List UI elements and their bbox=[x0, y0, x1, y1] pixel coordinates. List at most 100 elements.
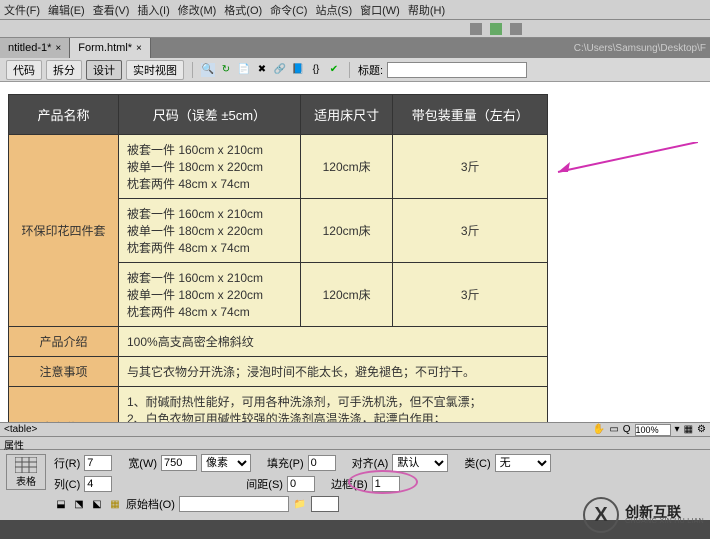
properties-panel-title: 属性 bbox=[0, 436, 710, 450]
menu-modify[interactable]: 修改(M) bbox=[178, 2, 217, 18]
zoom-input[interactable] bbox=[635, 424, 671, 436]
panel-icon-2[interactable] bbox=[510, 23, 522, 35]
menu-command[interactable]: 命令(C) bbox=[270, 2, 307, 18]
split-view-button[interactable]: 拆分 bbox=[46, 60, 82, 80]
close-icon[interactable]: × bbox=[55, 43, 61, 54]
merge-icon[interactable]: ▦ bbox=[108, 497, 122, 511]
align-right-icon[interactable]: ⬕ bbox=[90, 497, 104, 511]
original-label: 原始档(O) bbox=[126, 496, 175, 512]
menu-site[interactable]: 站点(S) bbox=[315, 2, 352, 18]
spacing-label: 间距(S) bbox=[246, 476, 283, 492]
grid-icon[interactable]: ▦ bbox=[684, 424, 693, 435]
menu-file[interactable]: 文件(F) bbox=[4, 2, 40, 18]
class-label: 类(C) bbox=[464, 455, 490, 471]
hand-tool-icon[interactable]: ✋ bbox=[593, 424, 605, 435]
menu-help[interactable]: 帮助(H) bbox=[408, 2, 445, 18]
width-label: 宽(W) bbox=[128, 455, 157, 471]
design-view-button[interactable]: 设计 bbox=[86, 60, 122, 80]
spacing-input[interactable] bbox=[287, 476, 315, 492]
close-icon[interactable]: × bbox=[136, 43, 142, 54]
menu-insert[interactable]: 插入(I) bbox=[137, 2, 169, 18]
layout-icon[interactable] bbox=[470, 23, 482, 35]
main-icon-toolbar bbox=[0, 20, 710, 38]
link-icon[interactable]: 🔗 bbox=[273, 63, 287, 77]
cell-weight[interactable]: 3斤 bbox=[393, 135, 548, 199]
menu-format[interactable]: 格式(O) bbox=[224, 2, 262, 18]
tag-selector-bar: <table> ✋ ▭ Q ▾ ▦ ⚙ bbox=[0, 422, 710, 436]
menu-edit[interactable]: 编辑(E) bbox=[48, 2, 85, 18]
tab-form-html[interactable]: Form.html* × bbox=[70, 38, 151, 58]
cell-wash[interactable]: 1、耐碱耐热性能好，可用各种洗涤剂，可手洗机洗，但不宜氯漂； 2、白色衣物可用碱… bbox=[119, 387, 548, 423]
cell-spec[interactable]: 被套一件 160cm x 210cm 被单一件 180cm x 220cm 枕套… bbox=[119, 135, 301, 199]
inspect-icon[interactable]: 🔍 bbox=[201, 63, 215, 77]
table-element-label: 表格 bbox=[16, 473, 36, 488]
spec-line: 被单一件 180cm x 220cm bbox=[127, 286, 292, 303]
menu-view[interactable]: 查看(V) bbox=[93, 2, 130, 18]
title-label: 标题: bbox=[358, 62, 383, 78]
logo-icon: X bbox=[583, 497, 619, 533]
dropdown-icon[interactable]: ▾ bbox=[675, 424, 680, 435]
code-view-button[interactable]: 代码 bbox=[6, 60, 42, 80]
document-tabs: ntitled-1* × Form.html* × C:\Users\Samsu… bbox=[0, 38, 710, 58]
th-bed[interactable]: 适用床尺寸 bbox=[300, 95, 393, 135]
cell-weight[interactable]: 3斤 bbox=[393, 199, 548, 263]
panel-icon[interactable] bbox=[490, 23, 502, 35]
th-name[interactable]: 产品名称 bbox=[9, 95, 119, 135]
product-table[interactable]: 产品名称 尺码（误差 ±5cm） 适用床尺寸 带包装重量（左右） 环保印花四件套… bbox=[8, 94, 548, 422]
cell-intro-label[interactable]: 产品介绍 bbox=[9, 327, 119, 357]
align-left-icon[interactable]: ⬓ bbox=[54, 497, 68, 511]
align-center-icon[interactable]: ⬔ bbox=[72, 497, 86, 511]
live-view-button[interactable]: 实时视图 bbox=[126, 60, 184, 80]
width-input[interactable] bbox=[161, 455, 197, 471]
tag-icon[interactable]: {} bbox=[309, 63, 323, 77]
cell-wash-label[interactable]: 洗涤说明 bbox=[9, 387, 119, 423]
menu-bar: 文件(F) 编辑(E) 查看(V) 插入(I) 修改(M) 格式(O) 命令(C… bbox=[0, 0, 710, 20]
book-icon[interactable]: 📘 bbox=[291, 63, 305, 77]
cell-note-label[interactable]: 注意事项 bbox=[9, 357, 119, 387]
cell-bed[interactable]: 120cm床 bbox=[300, 199, 393, 263]
border-label: 边框(B) bbox=[331, 476, 368, 492]
annotation-arrow bbox=[548, 142, 698, 182]
watermark-logo: X 创新互联 CHUANG XIN HU LIAN bbox=[583, 497, 704, 533]
rows-label: 行(R) bbox=[54, 455, 80, 471]
cell-category[interactable]: 环保印花四件套 bbox=[9, 135, 119, 327]
cell-bed[interactable]: 120cm床 bbox=[300, 135, 393, 199]
cols-input[interactable] bbox=[84, 476, 112, 492]
refresh-icon[interactable]: ↻ bbox=[219, 63, 233, 77]
select-tool-icon[interactable]: ▭ bbox=[609, 424, 618, 435]
tool-icon[interactable]: ✖ bbox=[255, 63, 269, 77]
class-select[interactable]: 无 bbox=[495, 454, 551, 472]
spec-line: 被套一件 160cm x 210cm bbox=[127, 205, 292, 222]
check-icon[interactable]: ✔ bbox=[327, 63, 341, 77]
cols-label: 列(C) bbox=[54, 476, 80, 492]
cell-note[interactable]: 与其它衣物分开洗涤；浸泡时间不能太长，避免褪色；不可拧干。 bbox=[119, 357, 548, 387]
tag-breadcrumb[interactable]: <table> bbox=[4, 424, 37, 435]
cell-bed[interactable]: 120cm床 bbox=[300, 263, 393, 327]
page-icon[interactable]: 📄 bbox=[237, 63, 251, 77]
rows-input[interactable] bbox=[84, 455, 112, 471]
align-select[interactable]: 默认 bbox=[392, 454, 448, 472]
tab-label: Form.html* bbox=[78, 42, 132, 54]
spec-line: 枕套两件 48cm x 74cm bbox=[127, 239, 292, 256]
folder-icon[interactable]: 📁 bbox=[293, 497, 307, 511]
zoom-tool-icon[interactable]: Q bbox=[623, 424, 631, 435]
color-swatch-icon[interactable] bbox=[311, 496, 339, 512]
design-canvas[interactable]: 产品名称 尺码（误差 ±5cm） 适用床尺寸 带包装重量（左右） 环保印花四件套… bbox=[0, 82, 710, 422]
tab-label: ntitled-1* bbox=[8, 42, 51, 54]
cell-intro[interactable]: 100%高支高密全棉斜纹 bbox=[119, 327, 548, 357]
separator bbox=[349, 62, 350, 78]
border-input[interactable] bbox=[372, 476, 400, 492]
cell-weight[interactable]: 3斤 bbox=[393, 263, 548, 327]
padding-input[interactable] bbox=[308, 455, 336, 471]
tab-untitled[interactable]: ntitled-1* × bbox=[0, 38, 70, 58]
original-input[interactable] bbox=[179, 496, 289, 512]
title-input[interactable] bbox=[387, 62, 527, 78]
th-weight[interactable]: 带包装重量（左右） bbox=[393, 95, 548, 135]
width-unit-select[interactable]: 像素 bbox=[201, 454, 251, 472]
cell-spec[interactable]: 被套一件 160cm x 210cm 被单一件 180cm x 220cm 枕套… bbox=[119, 199, 301, 263]
separator bbox=[192, 62, 193, 78]
menu-window[interactable]: 窗口(W) bbox=[360, 2, 400, 18]
cell-spec[interactable]: 被套一件 160cm x 210cm 被单一件 180cm x 220cm 枕套… bbox=[119, 263, 301, 327]
th-size[interactable]: 尺码（误差 ±5cm） bbox=[119, 95, 301, 135]
settings-icon[interactable]: ⚙ bbox=[697, 424, 706, 435]
